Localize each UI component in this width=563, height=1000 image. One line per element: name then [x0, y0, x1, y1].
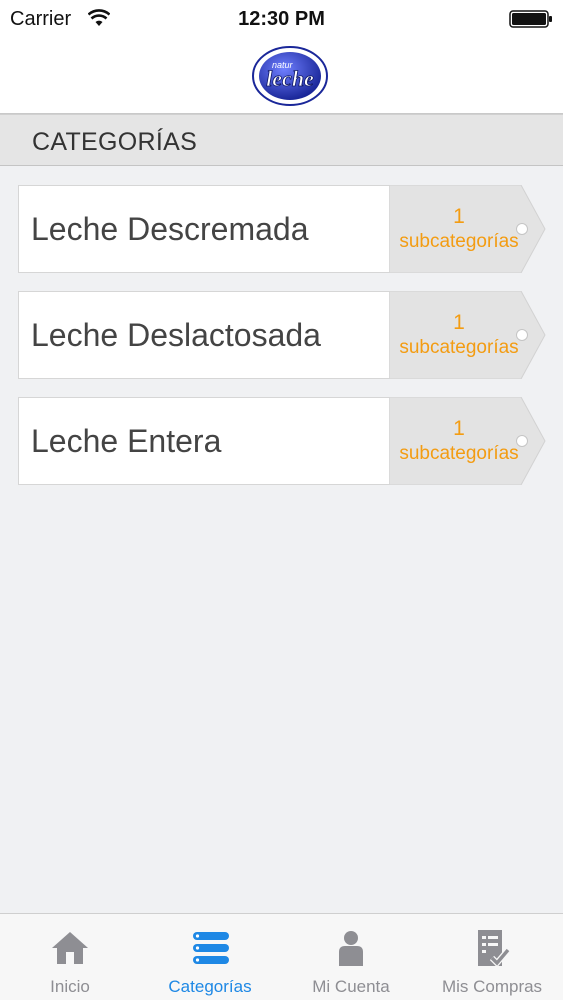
subcategory-count: 1 — [453, 311, 465, 334]
subcategory-tag[interactable]: 1 subcategorías — [389, 291, 547, 379]
svg-text:leche: leche — [266, 66, 314, 91]
battery-icon — [509, 10, 552, 28]
tab-label: Mi Cuenta — [312, 977, 390, 996]
category-name-box: Leche Deslactosada — [18, 291, 390, 379]
app-header: natur leche — [0, 38, 563, 114]
tab-label: Inicio — [50, 977, 90, 996]
status-time: 12:30 PM — [238, 8, 325, 30]
tag-shape-icon — [389, 397, 546, 485]
section-title: CATEGORÍAS — [32, 128, 198, 156]
user-icon — [339, 931, 363, 966]
tab-mi-cuenta[interactable]: Mi Cuenta — [281, 914, 421, 1000]
subcategory-tag[interactable]: 1 subcategorías — [389, 185, 547, 273]
tag-shape-icon — [389, 185, 546, 273]
category-name-box: Leche Entera — [18, 397, 390, 485]
category-row-leche-descremada[interactable]: Leche Descremada 1 subcategorías — [18, 185, 548, 273]
brand-logo: natur leche — [252, 46, 328, 106]
subcategory-tag[interactable]: 1 subcategorías — [389, 397, 547, 485]
tab-label: Mis Compras — [441, 977, 543, 996]
subcategory-label: subcategorías — [399, 231, 519, 252]
receipt-icon — [478, 930, 511, 968]
subcategory-label: subcategorías — [399, 337, 519, 358]
tab-label: Categorías — [168, 977, 252, 996]
section-header: CATEGORÍAS — [0, 114, 563, 166]
list-icon — [193, 932, 229, 964]
category-row-leche-deslactosada[interactable]: Leche Deslactosada 1 subcategorías — [18, 291, 548, 379]
tab-inicio[interactable]: Inicio — [0, 914, 140, 1000]
subcategory-count: 1 — [453, 417, 465, 440]
category-name: Leche Deslactosada — [31, 317, 321, 353]
category-name: Leche Descremada — [31, 211, 309, 247]
subcategory-label: subcategorías — [399, 443, 519, 464]
tab-bar: Inicio Categorías Mi Cuenta Mis Compras — [0, 913, 563, 1000]
category-name-box: Leche Descremada — [18, 185, 390, 273]
category-row-leche-entera[interactable]: Leche Entera 1 subcategorías — [18, 397, 548, 485]
status-bar: Carrier 12:30 PM — [0, 0, 563, 38]
tab-mis-compras[interactable]: Mis Compras — [422, 914, 562, 1000]
tag-shape-icon — [389, 291, 546, 379]
category-name: Leche Entera — [31, 423, 222, 459]
category-list: Leche Descremada 1 subcategorías Leche D… — [18, 185, 548, 503]
tab-categorias[interactable]: Categorías — [140, 914, 280, 1000]
subcategory-count: 1 — [453, 205, 465, 228]
home-icon — [52, 932, 88, 964]
